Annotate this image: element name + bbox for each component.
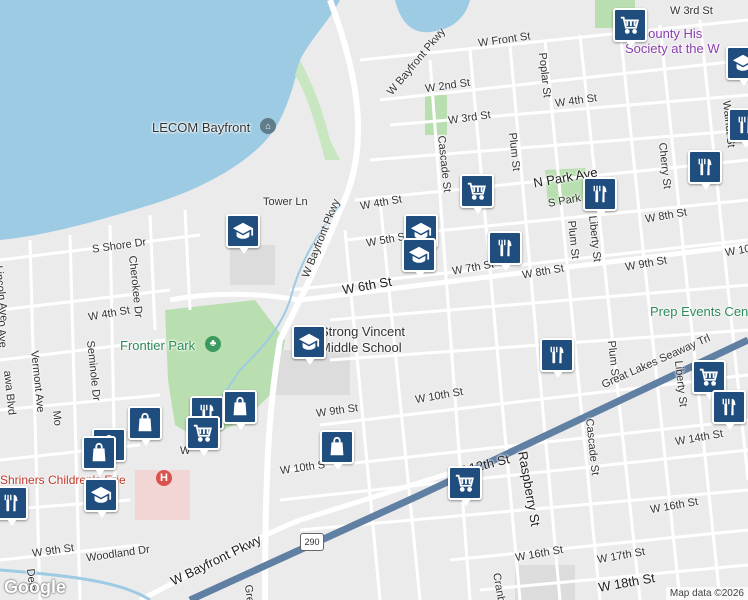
- shopping-bag-icon: [326, 436, 348, 458]
- school-icon: [732, 52, 748, 74]
- google-logo: Google: [4, 577, 66, 597]
- marker-shopping-cart[interactable]: [186, 416, 220, 456]
- marker-shopping-cart[interactable]: [692, 360, 726, 400]
- poi-label-frontier-park: Frontier Park: [120, 338, 196, 353]
- shopping-bag-icon: [88, 442, 110, 464]
- shopping-cart-icon: [454, 472, 476, 494]
- restaurant-icon: [589, 183, 611, 205]
- shopping-bag-icon: [134, 412, 156, 434]
- shopping-cart-icon: [192, 422, 214, 444]
- map-attribution[interactable]: Map data ©2026: [665, 587, 748, 600]
- poi-label-lecom: LECOM Bayfront: [152, 120, 251, 135]
- school-icon: [298, 331, 320, 353]
- marker-shopping-bag[interactable]: [320, 430, 354, 470]
- marker-restaurant[interactable]: [488, 231, 522, 271]
- marker-shopping-cart[interactable]: [613, 8, 647, 48]
- park-icon: ♣: [205, 336, 221, 352]
- street-tower-ln: Tower Ln: [263, 196, 308, 208]
- marker-restaurant[interactable]: [712, 390, 746, 430]
- street-w-3rd-st-top: W 3rd St: [670, 5, 713, 17]
- school-icon: [408, 244, 430, 266]
- route-290-shield: 290: [300, 533, 324, 551]
- marker-shopping-bag[interactable]: [128, 406, 162, 446]
- school-icon: [90, 484, 112, 506]
- restaurant-icon: [546, 344, 568, 366]
- marker-shopping-bag[interactable]: [223, 390, 257, 430]
- restaurant-icon: [718, 396, 740, 418]
- shopping-cart-icon: [619, 14, 641, 36]
- marker-school[interactable]: [226, 214, 260, 254]
- university-icon: ⌂: [260, 118, 276, 134]
- marker-shopping-cart[interactable]: [460, 174, 494, 214]
- map-canvas[interactable]: LECOM Bayfront ⌂ Frontier Park ♣ Strong …: [0, 0, 748, 600]
- marker-school[interactable]: [402, 238, 436, 278]
- marker-restaurant[interactable]: [688, 150, 722, 190]
- restaurant-icon: [694, 156, 716, 178]
- marker-shopping-bag[interactable]: [82, 436, 116, 476]
- street-mo: Mo: [50, 410, 64, 427]
- street-gre: Gre: [242, 584, 256, 600]
- shopping-cart-icon: [698, 366, 720, 388]
- hospital-icon: H: [156, 470, 172, 486]
- marker-restaurant[interactable]: [540, 338, 574, 378]
- poi-label-historical-2: Society at the W: [625, 41, 720, 56]
- shopping-bag-icon: [229, 396, 251, 418]
- restaurant-icon: [494, 237, 516, 259]
- marker-school[interactable]: [84, 478, 118, 518]
- poi-label-school-line2: Middle School: [320, 340, 402, 355]
- marker-restaurant[interactable]: [583, 177, 617, 217]
- poi-label-school-line1: Strong Vincent: [320, 324, 406, 339]
- marker-shopping-cart[interactable]: [448, 466, 482, 506]
- marker-school[interactable]: [726, 46, 748, 86]
- restaurant-icon: [0, 492, 22, 514]
- shopping-cart-icon: [466, 180, 488, 202]
- marker-school[interactable]: [292, 325, 326, 365]
- poi-label-prep-events: Prep Events Cen: [650, 304, 748, 319]
- restaurant-icon: [734, 114, 748, 136]
- marker-restaurant[interactable]: [728, 108, 748, 148]
- marker-restaurant[interactable]: [0, 486, 28, 526]
- school-icon: [232, 220, 254, 242]
